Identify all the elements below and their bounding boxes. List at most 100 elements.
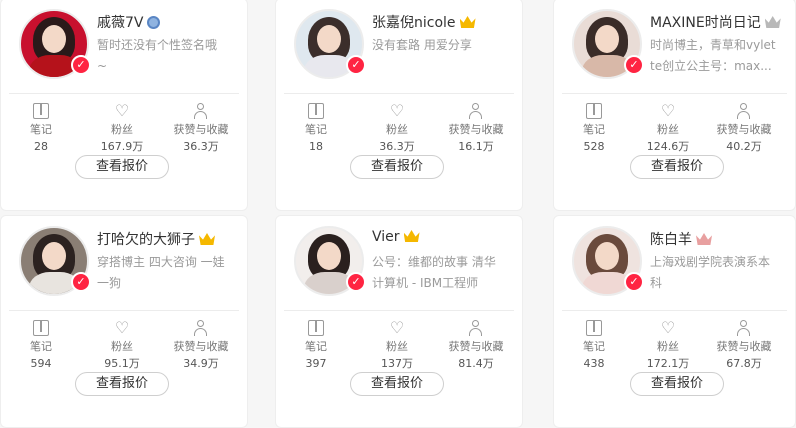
blogger-name[interactable]: 戚薇7V — [97, 12, 161, 32]
fans-count: 137万 — [381, 357, 413, 370]
book-icon — [308, 103, 324, 119]
fans-stat: ♡ 粉丝 124.6万 — [628, 103, 708, 155]
person-icon — [468, 103, 484, 119]
notes-label: 笔记 — [583, 123, 605, 136]
notes-stat: 笔记 438 — [554, 320, 634, 372]
person-icon — [193, 320, 209, 336]
notes-label: 笔记 — [305, 123, 327, 136]
blogger-bio: 穿搭博主 四大咨询 一娃一狗 — [97, 255, 225, 290]
blogger-name[interactable]: MAXINE时尚日记 — [650, 12, 781, 32]
notes-stat: 笔记 594 — [1, 320, 81, 372]
fans-count: 95.1万 — [104, 357, 140, 370]
fans-label: 粉丝 — [111, 340, 133, 353]
divider — [9, 93, 239, 94]
book-icon — [586, 320, 602, 336]
heart-icon: ♡ — [114, 318, 130, 337]
notes-count: 18 — [309, 140, 323, 153]
notes-count: 397 — [305, 357, 327, 370]
divider — [284, 93, 514, 94]
gold-crown-icon — [199, 233, 215, 245]
fans-stat: ♡ 粉丝 172.1万 — [628, 320, 708, 372]
notes-label: 笔记 — [30, 340, 52, 353]
gold-crown-icon — [459, 16, 476, 28]
likes-count: 81.4万 — [458, 357, 494, 370]
blogger-name[interactable]: 陈白羊 — [650, 229, 712, 249]
blogger-card[interactable]: ✓ Vier 公号：维都的故事 清华计算机 - IBM工程师 笔记 397 ♡ … — [275, 215, 523, 428]
likes-stat: 获赞与收藏 40.2万 — [704, 103, 784, 155]
likes-label: 获赞与收藏 — [448, 123, 504, 136]
pink-crown-icon — [696, 233, 712, 245]
blogger-bio: 没有套路 用爱分享 — [372, 38, 472, 52]
blogger-card[interactable]: ✓ MAXINE时尚日记 时尚博主，青草和vylette创立公主号：max...… — [553, 0, 796, 211]
divider — [284, 310, 514, 311]
fans-label: 粉丝 — [657, 123, 679, 136]
likes-stat: 获赞与收藏 67.8万 — [704, 320, 784, 372]
scope-icon — [147, 16, 161, 29]
heart-icon: ♡ — [389, 318, 405, 337]
notes-stat: 笔记 397 — [276, 320, 356, 372]
notes-label: 笔记 — [583, 340, 605, 353]
likes-stat: 获赞与收藏 16.1万 — [436, 103, 516, 155]
likes-label: 获赞与收藏 — [173, 123, 229, 136]
verified-check-icon: ✓ — [624, 272, 644, 292]
notes-stat: 笔记 18 — [276, 103, 356, 155]
verified-check-icon: ✓ — [346, 55, 366, 75]
person-icon — [193, 103, 209, 119]
blogger-bio: 时尚博主，青草和vylette创立公主号：max... — [650, 38, 776, 73]
fans-label: 粉丝 — [386, 340, 408, 353]
blogger-card[interactable]: ✓ 陈白羊 上海戏剧学院表演系本科 笔记 438 ♡ 粉丝 172.1万 获赞与… — [553, 215, 796, 428]
divider — [562, 93, 787, 94]
verified-check-icon: ✓ — [346, 272, 366, 292]
book-icon — [586, 103, 602, 119]
heart-icon: ♡ — [389, 101, 405, 120]
blogger-name[interactable]: Vier — [372, 229, 420, 245]
notes-count: 28 — [34, 140, 48, 153]
likes-count: 16.1万 — [458, 140, 494, 153]
notes-count: 528 — [583, 140, 605, 153]
likes-stat: 获赞与收藏 81.4万 — [436, 320, 516, 372]
likes-count: 36.3万 — [183, 140, 219, 153]
view-quote-button[interactable]: 查看报价 — [630, 155, 724, 179]
likes-count: 34.9万 — [183, 357, 219, 370]
fans-stat: ♡ 粉丝 95.1万 — [82, 320, 162, 372]
likes-label: 获赞与收藏 — [716, 340, 772, 353]
fans-label: 粉丝 — [111, 123, 133, 136]
fans-count: 167.9万 — [100, 140, 144, 153]
fans-count: 172.1万 — [646, 357, 690, 370]
view-quote-button[interactable]: 查看报价 — [350, 372, 444, 396]
likes-count: 67.8万 — [726, 357, 762, 370]
notes-stat: 笔记 528 — [554, 103, 634, 155]
notes-label: 笔记 — [30, 123, 52, 136]
book-icon — [33, 103, 49, 119]
view-quote-button[interactable]: 查看报价 — [630, 372, 724, 396]
blogger-card[interactable]: ✓ 张嘉倪nicole 没有套路 用爱分享 笔记 18 ♡ 粉丝 36.3万 获… — [275, 0, 523, 211]
notes-count: 594 — [30, 357, 52, 370]
likes-label: 获赞与收藏 — [716, 123, 772, 136]
fans-label: 粉丝 — [657, 340, 679, 353]
blogger-card[interactable]: ✓ 打哈欠的大狮子 穿搭博主 四大咨询 一娃一狗 笔记 594 ♡ 粉丝 95.… — [0, 215, 248, 428]
blogger-bio: 公号：维都的故事 清华计算机 - IBM工程师 — [372, 255, 496, 290]
person-icon — [736, 103, 752, 119]
notes-stat: 笔记 28 — [1, 103, 81, 155]
view-quote-button[interactable]: 查看报价 — [350, 155, 444, 179]
blogger-bio: 暂时还没有个性签名哦~ — [97, 38, 218, 73]
likes-label: 获赞与收藏 — [173, 340, 229, 353]
verified-check-icon: ✓ — [71, 55, 91, 75]
person-icon — [736, 320, 752, 336]
view-quote-button[interactable]: 查看报价 — [75, 372, 169, 396]
fans-label: 粉丝 — [386, 123, 408, 136]
fans-stat: ♡ 粉丝 137万 — [357, 320, 437, 372]
silver-crown-icon — [764, 16, 781, 28]
heart-icon: ♡ — [660, 101, 676, 120]
fans-stat: ♡ 粉丝 36.3万 — [357, 103, 437, 155]
blogger-name[interactable]: 张嘉倪nicole — [372, 12, 476, 32]
view-quote-button[interactable]: 查看报价 — [75, 155, 169, 179]
book-icon — [308, 320, 324, 336]
blogger-card[interactable]: ✓ 戚薇7V 暂时还没有个性签名哦~ 笔记 28 ♡ 粉丝 167.9万 获赞与… — [0, 0, 248, 211]
divider — [9, 310, 239, 311]
blogger-bio: 上海戏剧学院表演系本科 — [650, 255, 771, 290]
notes-label: 笔记 — [305, 340, 327, 353]
fans-stat: ♡ 粉丝 167.9万 — [82, 103, 162, 155]
blogger-name[interactable]: 打哈欠的大狮子 — [97, 229, 215, 249]
likes-label: 获赞与收藏 — [448, 340, 504, 353]
